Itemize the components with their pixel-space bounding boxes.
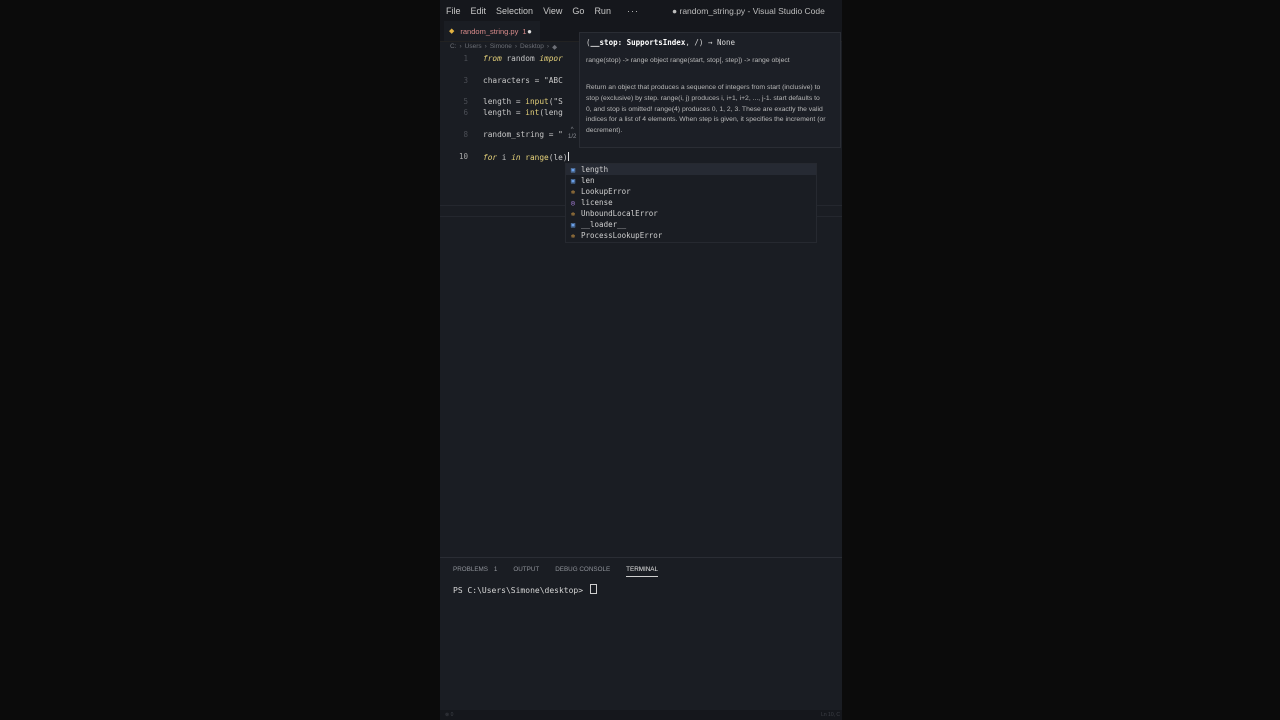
- menu-more[interactable]: ···: [627, 6, 639, 16]
- code-token: random: [501, 54, 540, 63]
- suggestion-label: __loader__: [581, 220, 627, 229]
- code-token: from: [483, 54, 502, 63]
- breadcrumb-desktop[interactable]: Desktop: [520, 43, 544, 51]
- problems-count-badge: 1: [494, 566, 498, 573]
- signature-text: (__stop: SupportsIndex, /) → None: [586, 38, 735, 47]
- code-line[interactable]: for i in range(le): [483, 152, 569, 162]
- code-line[interactable]: characters = "ABC: [483, 76, 563, 85]
- status-bar: ⊗ 0 Ln 10, C: [440, 710, 842, 720]
- suggestion-label: UnboundLocalError: [581, 209, 658, 218]
- breadcrumb-simone[interactable]: Simone: [490, 43, 512, 51]
- code-token: (le): [548, 153, 568, 162]
- tab-output[interactable]: OUTPUT: [513, 566, 539, 573]
- suggestion-item[interactable]: ▣ __loader__: [566, 219, 816, 230]
- text-cursor: [567, 152, 569, 161]
- code-token: characters = "ABC: [483, 76, 563, 85]
- tab-random-string[interactable]: ◆ random_string.py 1 ●: [444, 21, 540, 41]
- line-number: 3: [463, 76, 468, 85]
- variable-icon: ▣: [570, 220, 576, 229]
- suggestion-item[interactable]: ✲ LookupError: [566, 186, 816, 197]
- suggestion-label: len: [581, 176, 595, 185]
- code-line[interactable]: random_string = ": [483, 130, 563, 139]
- suggestion-label: license: [581, 198, 613, 207]
- title-bar: File Edit Selection View Go Run ··· ● ra…: [440, 0, 842, 21]
- breadcrumb-separator: ›: [484, 43, 487, 50]
- code-token: in: [511, 153, 521, 162]
- signature-prev-icon[interactable]: ^: [568, 127, 576, 134]
- code-line[interactable]: length = input("S: [483, 97, 563, 106]
- code-token: int: [525, 108, 540, 117]
- menu-edit[interactable]: Edit: [471, 6, 487, 16]
- menu-run[interactable]: Run: [594, 6, 611, 16]
- breadcrumb-separator: ›: [459, 43, 462, 50]
- signature-active-param: __stop: SupportsIndex: [590, 38, 686, 47]
- line-number: 8: [463, 130, 468, 139]
- status-errors[interactable]: ⊗ 0: [445, 712, 453, 718]
- panel-tabs: PROBLEMS 1 OUTPUT DEBUG CONSOLE TERMINAL: [453, 566, 674, 577]
- menu-file[interactable]: File: [446, 6, 461, 16]
- suggestion-item[interactable]: ▣ len: [566, 175, 816, 186]
- breadcrumb-drive[interactable]: C:: [450, 43, 457, 51]
- code-line[interactable]: length = int(leng: [483, 108, 563, 117]
- tab-label: random_string.py: [460, 26, 519, 36]
- tab-debug-console[interactable]: DEBUG CONSOLE: [555, 566, 610, 573]
- code-token: for: [483, 153, 498, 162]
- unsaved-dot-icon[interactable]: ●: [527, 27, 532, 36]
- code-token: random_string = ": [483, 130, 563, 139]
- line-number: 5: [463, 97, 468, 106]
- variable-icon: ▣: [570, 165, 576, 174]
- tab-terminal[interactable]: TERMINAL: [626, 566, 658, 577]
- code-token: length =: [483, 108, 526, 117]
- class-icon: ✲: [570, 231, 576, 240]
- python-file-icon: ◆: [449, 28, 455, 35]
- signature-rest: , /) → None: [685, 38, 736, 47]
- breadcrumb-separator: ›: [546, 43, 550, 50]
- terminal-line[interactable]: PS C:\Users\Simone\desktop>: [453, 584, 597, 595]
- suggestion-label: LookupError: [581, 187, 631, 196]
- tab-problem-count: 1: [522, 26, 527, 36]
- terminal-prompt: PS C:\Users\Simone\desktop>: [453, 586, 588, 595]
- menu-go[interactable]: Go: [572, 6, 584, 16]
- breadcrumb-users[interactable]: Users: [465, 43, 482, 51]
- suggestion-item[interactable]: ▣ length: [566, 164, 816, 175]
- breadcrumb-file-icon[interactable]: ◆: [552, 43, 557, 51]
- suggestion-label: ProcessLookupError: [581, 231, 663, 240]
- module-icon: ◎: [570, 198, 576, 207]
- class-icon: ✲: [570, 187, 576, 196]
- window-title: ● random_string.py - Visual Studio Code: [672, 6, 825, 16]
- signature-description: Return an object that produces a sequenc…: [586, 84, 826, 135]
- signature-summary: range(stop) -> range object range(start,…: [586, 57, 790, 64]
- code-token: range: [525, 153, 549, 162]
- code-token: (leng: [539, 108, 563, 117]
- variable-icon: ▣: [570, 176, 576, 185]
- status-cursor-position[interactable]: Ln 10, C: [821, 712, 840, 718]
- breadcrumb-separator: ›: [514, 43, 518, 50]
- suggestion-item[interactable]: ✲ UnboundLocalError: [566, 208, 816, 219]
- line-number: 1: [463, 54, 468, 63]
- signature-counter: ^ 1/2: [568, 127, 576, 141]
- suggest-widget: ▣ length ▣ len ✲ LookupError ◎ license ✲ UnboundL…: [565, 163, 817, 243]
- line-number: 6: [463, 108, 468, 117]
- bottom-panel: PROBLEMS 1 OUTPUT DEBUG CONSOLE TERMINAL…: [440, 557, 842, 711]
- suggestion-item[interactable]: ✲ ProcessLookupError: [566, 230, 816, 241]
- code-token: i: [497, 153, 512, 162]
- menu-selection[interactable]: Selection: [496, 6, 533, 16]
- suggestion-item[interactable]: ◎ license: [566, 197, 816, 208]
- signature-help-popup: (__stop: SupportsIndex, /) → None range(…: [579, 32, 841, 148]
- code-token: length =: [483, 97, 526, 106]
- code-token: impor: [539, 54, 563, 63]
- code-line[interactable]: from random impor: [483, 54, 563, 63]
- class-icon: ✲: [570, 209, 576, 218]
- terminal-cursor: [589, 584, 597, 594]
- code-token: input: [525, 97, 549, 106]
- suggestion-label: length: [581, 165, 609, 174]
- signature-counter-label: 1/2: [568, 134, 577, 140]
- line-number: 10: [458, 152, 468, 161]
- breadcrumb: C: › Users › Simone › Desktop › ◆: [450, 43, 557, 51]
- code-token: ("S: [548, 97, 563, 106]
- tab-problems[interactable]: PROBLEMS: [453, 566, 488, 573]
- menu-view[interactable]: View: [543, 6, 562, 16]
